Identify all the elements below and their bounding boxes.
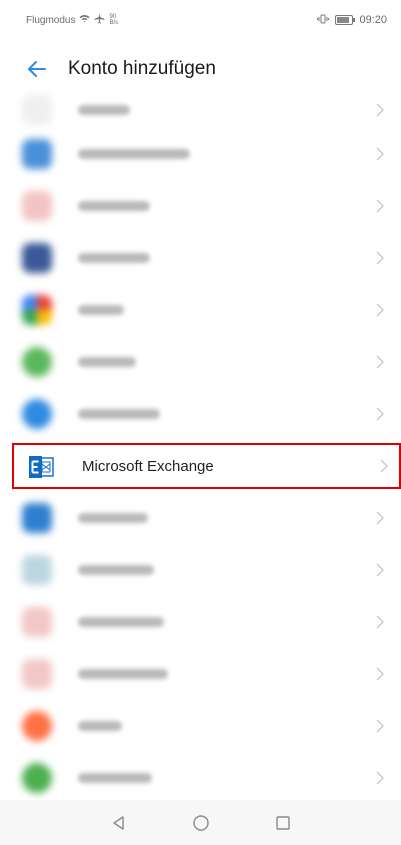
account-app-icon <box>22 503 52 533</box>
page-title: Konto hinzufügen <box>68 58 216 79</box>
account-item[interactable] <box>0 596 401 648</box>
account-item[interactable] <box>0 128 401 180</box>
account-item[interactable] <box>0 544 401 596</box>
account-app-icon <box>22 295 52 325</box>
chevron-right-icon <box>373 101 387 119</box>
account-label-blurred <box>78 721 122 731</box>
battery-icon <box>335 15 356 25</box>
nav-recents-square-icon[interactable] <box>271 811 295 835</box>
chevron-right-icon <box>373 353 387 371</box>
account-label-blurred <box>78 617 164 627</box>
navigation-bar <box>0 800 401 845</box>
account-label-blurred <box>78 565 154 575</box>
account-app-icon <box>22 347 52 377</box>
account-item[interactable] <box>0 700 401 752</box>
account-label-blurred <box>78 357 136 367</box>
account-label-blurred <box>78 201 150 211</box>
chevron-right-icon <box>373 665 387 683</box>
status-right: 09:20 <box>317 14 387 27</box>
chevron-right-icon <box>377 457 391 475</box>
account-item[interactable] <box>0 180 401 232</box>
account-app-icon <box>22 711 52 741</box>
wifi-icon <box>79 14 90 26</box>
account-app-icon <box>22 555 52 585</box>
account-item[interactable] <box>0 336 401 388</box>
chevron-right-icon <box>373 509 387 527</box>
carrier-text: Flugmodus <box>26 14 76 26</box>
chevron-right-icon <box>373 717 387 735</box>
clock: 09:20 <box>359 14 387 26</box>
screen: Flugmodus 90 B/s 09:20 Konto hinzufügen <box>0 0 401 845</box>
account-label-blurred <box>78 409 160 419</box>
microsoft-exchange-label: Microsoft Exchange <box>82 457 214 475</box>
airplane-icon <box>94 13 105 27</box>
chevron-right-icon <box>373 613 387 631</box>
account-item[interactable] <box>0 284 401 336</box>
account-app-icon <box>22 191 52 221</box>
account-app-icon <box>22 243 52 273</box>
chevron-right-icon <box>373 197 387 215</box>
account-label-blurred <box>78 149 190 159</box>
chevron-right-icon <box>373 301 387 319</box>
account-app-icon <box>22 659 52 689</box>
chevron-right-icon <box>373 405 387 423</box>
account-list <box>0 78 401 800</box>
account-app-icon <box>22 139 52 169</box>
account-app-icon <box>22 95 52 125</box>
microsoft-exchange-item[interactable]: Microsoft Exchange <box>12 443 401 489</box>
account-label-blurred <box>78 105 130 115</box>
account-item[interactable] <box>0 388 401 440</box>
account-label-blurred <box>78 513 148 523</box>
chevron-right-icon <box>373 769 387 787</box>
status-left: Flugmodus 90 B/s <box>26 13 118 27</box>
account-item[interactable] <box>0 492 401 544</box>
nav-back-triangle-icon[interactable] <box>107 811 131 835</box>
account-label-blurred <box>78 669 168 679</box>
account-item[interactable] <box>0 648 401 700</box>
microsoft-exchange-icon <box>28 455 54 479</box>
account-app-icon <box>22 763 52 793</box>
account-item[interactable] <box>0 752 401 800</box>
nav-home-circle-icon[interactable] <box>189 811 213 835</box>
status-bar: Flugmodus 90 B/s 09:20 <box>0 0 401 40</box>
account-item[interactable] <box>0 232 401 284</box>
account-app-icon <box>22 607 52 637</box>
account-label-blurred <box>78 305 124 315</box>
chevron-right-icon <box>373 145 387 163</box>
network-speed: 90 B/s <box>109 14 118 26</box>
vibrate-icon <box>317 14 330 27</box>
account-app-icon <box>22 399 52 429</box>
account-label-blurred <box>78 253 150 263</box>
chevron-right-icon <box>373 249 387 267</box>
speed-unit: B/s <box>109 20 119 26</box>
account-label-blurred <box>78 773 152 783</box>
chevron-right-icon <box>373 561 387 579</box>
